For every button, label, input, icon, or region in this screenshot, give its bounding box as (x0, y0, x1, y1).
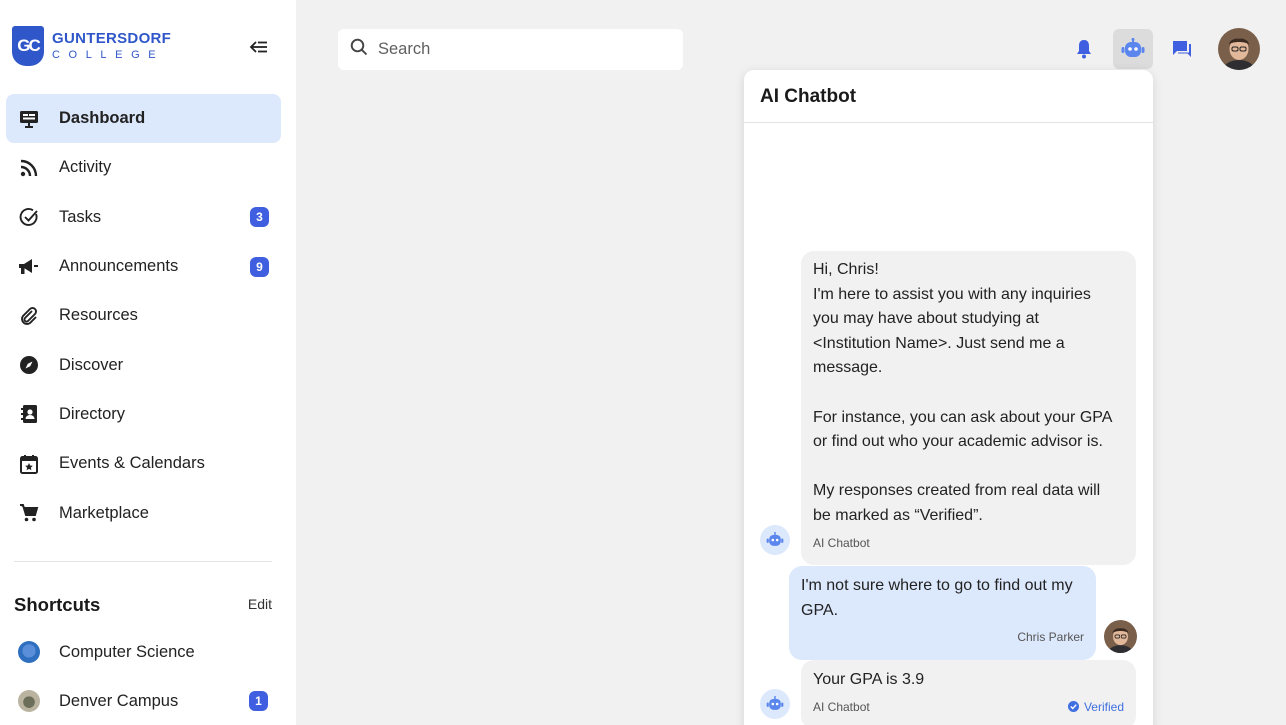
shortcuts-heading: Shortcuts (14, 594, 101, 615)
verified-check-icon (1067, 701, 1079, 713)
sidebar-item-announcements[interactable]: Announcements 9 (6, 242, 281, 291)
message-line: Your GPA is 3.9 (813, 671, 925, 688)
message-sender: AI Chatbot (813, 699, 870, 714)
ai-chatbot-robot-icon (760, 525, 790, 555)
check-circle-icon (16, 204, 42, 230)
denver-campus-count-badge: 1 (249, 691, 268, 711)
chat-panel-title: AI Chatbot (744, 70, 1153, 123)
message-line: <Institution Name>. Just send me a (813, 334, 1065, 352)
edit-shortcuts-link[interactable]: Edit (248, 596, 272, 612)
dashboard-monitor-icon (16, 106, 42, 132)
sidebar-item-dashboard[interactable]: Dashboard (6, 94, 281, 144)
verified-label: Verified (1083, 699, 1124, 714)
shortcut-label: Denver Campus (59, 691, 179, 710)
notifications-bell-icon[interactable] (1064, 29, 1104, 69)
message-line: you may have about studying at (813, 310, 1039, 328)
sidebar: GC GUNTERSDORF COLLEGE Dashboard Activit… (0, 0, 296, 725)
megaphone-icon (16, 254, 42, 280)
rss-feed-icon (16, 155, 42, 181)
search-input[interactable] (378, 40, 668, 59)
tasks-count-badge: 3 (250, 207, 269, 228)
verified-badge: Verified (1067, 695, 1124, 720)
sidebar-item-discover[interactable]: Discover (6, 340, 281, 389)
sidebar-item-label: Directory (59, 404, 126, 423)
sidebar-item-label: Resources (59, 306, 138, 325)
shortcut-denver-campus[interactable]: Denver Campus 1 (18, 684, 272, 718)
message-line: I'm here to assist you with any inquirie… (813, 285, 1091, 303)
sidebar-item-tasks[interactable]: Tasks 3 (6, 193, 281, 242)
compass-icon (16, 352, 42, 378)
user-avatar (1104, 620, 1137, 653)
calendar-star-icon (16, 451, 42, 477)
user-avatar[interactable] (1218, 28, 1260, 70)
logo-name: GUNTERSDORF (52, 30, 172, 47)
announcements-count-badge: 9 (250, 256, 269, 277)
sidebar-item-label: Marketplace (59, 503, 149, 522)
logo-subtitle: COLLEGE (52, 49, 165, 61)
message-line: For instance, you can ask about your GPA (813, 408, 1113, 426)
sidebar-item-label: Events & Calendars (59, 454, 205, 473)
paperclip-icon (16, 303, 42, 329)
shortcut-label: Computer Science (59, 642, 195, 661)
sidebar-item-label: Announcements (59, 257, 179, 276)
sidebar-item-events-calendars[interactable]: Events & Calendars (6, 439, 281, 488)
ai-chatbot-robot-icon[interactable] (1113, 29, 1153, 69)
ai-chatbot-robot-icon (760, 689, 790, 719)
sidebar-item-resources[interactable]: Resources (6, 291, 281, 340)
sidebar-divider (14, 561, 272, 562)
message-line: I'm not sure where to go to find out my (801, 577, 1073, 594)
message-line: or find out who your academic advisor is… (813, 433, 1103, 451)
search-bar[interactable] (338, 29, 683, 70)
shortcut-computer-science[interactable]: Computer Science (18, 635, 272, 669)
bot-message: Your GPA is 3.9 AI Chatbot Verified (801, 660, 1136, 725)
sidebar-item-label: Tasks (59, 207, 102, 226)
message-line: GPA. (801, 601, 839, 619)
message-sender: AI Chatbot (813, 535, 870, 550)
sidebar-item-activity[interactable]: Activity (6, 143, 281, 192)
messages-chat-icon[interactable] (1162, 29, 1202, 69)
denver-campus-avatar (18, 690, 40, 712)
message-line: My responses created from real data will (813, 482, 1101, 500)
college-logo[interactable]: GC GUNTERSDORF COLLEGE (12, 26, 171, 66)
computer-science-avatar (18, 641, 40, 663)
sidebar-item-directory[interactable]: Directory (6, 390, 281, 439)
message-line: be marked as “Verified”. (813, 506, 983, 524)
sidebar-item-label: Dashboard (59, 109, 146, 128)
contact-book-icon (16, 401, 42, 427)
message-line: Hi, Chris! (813, 261, 879, 278)
message-sender: Chris Parker (1017, 630, 1084, 645)
bot-message: Hi, Chris! I'm here to assist you with a… (801, 251, 1136, 566)
user-message: I'm not sure where to go to find out my … (789, 566, 1096, 660)
message-line: message. (813, 359, 883, 377)
logo-mark: GC (12, 26, 44, 66)
sidebar-item-label: Activity (59, 158, 112, 177)
sidebar-item-marketplace[interactable]: Marketplace (6, 488, 281, 537)
sidebar-item-label: Discover (59, 355, 124, 374)
shopping-cart-icon (16, 500, 42, 526)
sidebar-nav: Dashboard Activity Tasks 3 Announcements… (6, 94, 281, 538)
ai-chatbot-panel: AI Chatbot Hi, Chris! I'm here to assist… (744, 70, 1153, 725)
search-icon (350, 38, 368, 61)
collapse-sidebar-icon[interactable] (246, 37, 272, 57)
